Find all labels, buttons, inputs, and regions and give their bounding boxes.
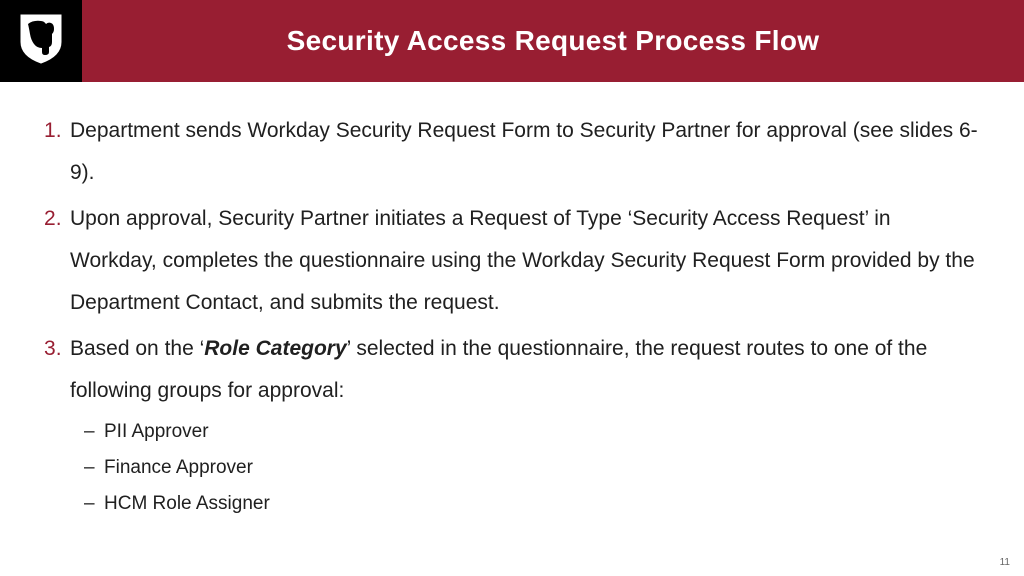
cougar-shield-icon [18,12,64,71]
title-bar: Security Access Request Process Flow [82,0,1024,82]
process-list: Department sends Workday Security Reques… [44,110,980,522]
page-number: 11 [1000,557,1010,568]
slide: Security Access Request Process Flow Dep… [0,0,1024,576]
page-title: Security Access Request Process Flow [287,25,820,57]
sub-list-item-text: HCM Role Assigner [104,493,270,514]
logo-box [0,0,82,82]
sub-list-item: HCM Role Assigner [70,486,980,522]
list-item-text: Department sends Workday Security Reques… [70,119,978,184]
sub-list-item: Finance Approver [70,450,980,486]
list-item-emph: Role Category [204,337,346,360]
sub-list-item: PII Approver [70,414,980,450]
sub-list: PII Approver Finance Approver HCM Role A… [70,414,980,522]
list-item-text-pre: Based on the ‘ [70,337,204,360]
sub-list-item-text: Finance Approver [104,457,253,478]
list-item: Based on the ‘Role Category’ selected in… [44,328,980,522]
header: Security Access Request Process Flow [0,0,1024,82]
list-item: Department sends Workday Security Reques… [44,110,980,194]
list-item-text: Upon approval, Security Partner initiate… [70,207,975,314]
sub-list-item-text: PII Approver [104,421,209,442]
list-item: Upon approval, Security Partner initiate… [44,198,980,324]
slide-body: Department sends Workday Security Reques… [0,82,1024,576]
